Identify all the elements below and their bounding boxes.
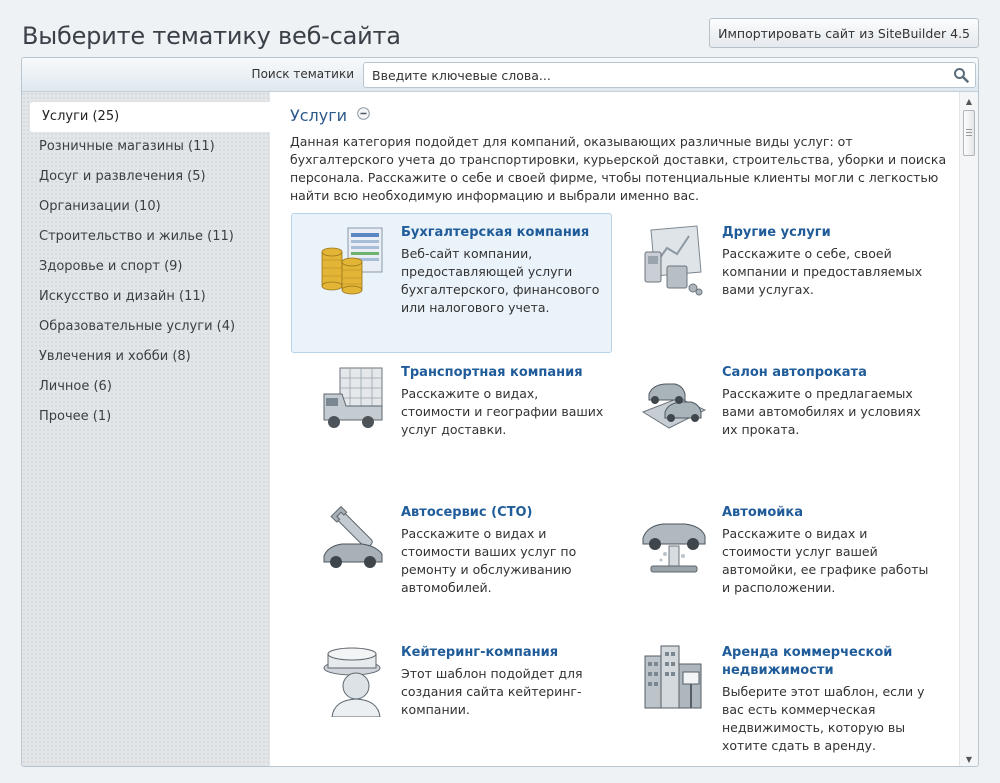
rental-cars-icon: [641, 383, 707, 429]
category-header: Услуги: [290, 106, 370, 125]
sidebar-item-retail[interactable]: Розничные магазины (11): [22, 132, 270, 162]
template-description: Расскажите о видах, стоимости и географи…: [401, 386, 604, 437]
template-title[interactable]: Другие услуги: [722, 224, 932, 242]
sidebar-item-art[interactable]: Искусство и дизайн (11): [22, 282, 270, 312]
template-description: Расскажите о себе, своей компании и пред…: [722, 246, 923, 297]
sidebar-item-leisure[interactable]: Досуг и развлечения (5): [22, 162, 270, 192]
search-bar: Поиск тематики: [22, 58, 978, 92]
template-card[interactable]: Автосервис (СТО) Расскажите о видах и ст…: [291, 493, 612, 633]
chef-icon: [323, 647, 381, 717]
template-description: Этот шаблон подойдет для создания сайта …: [401, 666, 583, 717]
search-icon[interactable]: [953, 67, 969, 83]
template-description: Выберите этот шаблон, если у вас есть ко…: [722, 684, 925, 753]
sidebar-item-personal[interactable]: Личное (6): [22, 372, 270, 402]
template-description: Веб-сайт компании, предоставляющей услуг…: [401, 246, 600, 315]
template-card[interactable]: Бухгалтерская компания Веб-сайт компании…: [291, 213, 612, 353]
search-input[interactable]: [364, 63, 944, 87]
collapse-icon[interactable]: [357, 107, 370, 120]
template-card[interactable]: Аренда коммерческой недвижимости Выберит…: [612, 633, 933, 766]
sidebar-item-education[interactable]: Образовательные услуги (4): [22, 312, 270, 342]
template-description: Расскажите о видах и стоимости услуг ваш…: [722, 526, 929, 595]
template-title[interactable]: Аренда коммерческой недвижимости: [722, 644, 932, 680]
coins-icon: [321, 227, 383, 295]
scroll-down-icon[interactable]: ▼: [960, 752, 978, 766]
sidebar-item-services[interactable]: Услуги (25): [30, 102, 270, 132]
template-title[interactable]: Кейтеринг-компания: [401, 644, 611, 662]
template-content: Услуги Данная категория подойдет для ком…: [270, 92, 960, 766]
sidebar-item-organizations[interactable]: Организации (10): [22, 192, 270, 222]
template-description: Расскажите о видах и стоимости ваших усл…: [401, 526, 577, 595]
truck-icon: [323, 367, 383, 428]
car-wrench-icon: [323, 505, 383, 568]
scroll-up-icon[interactable]: ▲: [960, 94, 978, 108]
template-card[interactable]: Кейтеринг-компания Этот шаблон подойдет …: [291, 633, 612, 766]
template-title[interactable]: Салон автопроката: [722, 364, 932, 382]
template-card[interactable]: Автомойка Расскажите о видах и стоимости…: [612, 493, 933, 633]
template-title[interactable]: Бухгалтерская компания: [401, 224, 611, 242]
office-tools-icon: [644, 225, 703, 296]
sidebar-item-construction[interactable]: Строительство и жилье (11): [22, 222, 270, 252]
buildings-icon: [644, 645, 702, 709]
search-label: Поиск тематики: [251, 67, 354, 81]
template-card[interactable]: Другие услуги Расскажите о себе, своей к…: [612, 213, 933, 353]
template-description: Расскажите о предлагаемых вами автомобил…: [722, 386, 921, 437]
template-card[interactable]: Транспортная компания Расскажите о видах…: [291, 353, 612, 493]
car-wash-icon: [642, 523, 706, 573]
category-title: Услуги: [290, 106, 348, 125]
page-title: Выберите тематику веб-сайта: [22, 22, 401, 50]
sidebar-item-health[interactable]: Здоровье и спорт (9): [22, 252, 270, 282]
import-sitebuilder-button[interactable]: Импортировать сайт из SiteBuilder 4.5: [709, 18, 979, 48]
template-title[interactable]: Транспортная компания: [401, 364, 611, 382]
template-card[interactable]: Салон автопроката Расскажите о предлагае…: [612, 353, 933, 493]
sidebar-item-hobbies[interactable]: Увлечения и хобби (8): [22, 342, 270, 372]
vertical-scrollbar[interactable]: ▲ ▼: [959, 92, 978, 766]
scroll-thumb[interactable]: [963, 110, 975, 156]
category-sidebar: Услуги (25) Розничные магазины (11) Досу…: [22, 92, 270, 766]
sidebar-item-other[interactable]: Прочее (1): [22, 402, 270, 432]
template-title[interactable]: Автомойка: [722, 504, 932, 522]
template-title[interactable]: Автосервис (СТО): [401, 504, 611, 522]
search-box: [363, 62, 976, 88]
theme-panel: Поиск тематики Услуги (25) Розничные маг…: [21, 57, 979, 767]
category-description: Данная категория подойдет для компаний, …: [290, 134, 947, 203]
